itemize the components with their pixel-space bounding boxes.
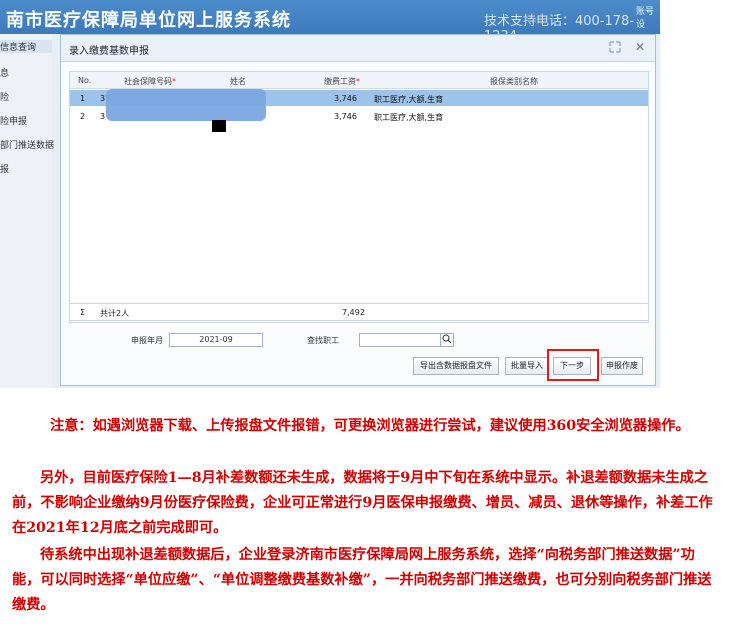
col-header-ssn: 社会保障号码*: [124, 76, 176, 87]
required-marker: *: [356, 77, 360, 86]
notice-paragraph-3: 待系统中出现补退差额数据后，企业登录济南市医疗保障局网上服务系统，选择“向税务部…: [12, 547, 712, 613]
declare-dialog: 录入缴费基数申报 ✕ No. 社会保障号码* 姓名 缴费工资* 报保类别名称 1…: [60, 34, 656, 386]
account-settings-link[interactable]: 账号设: [636, 4, 660, 30]
col-header-wage-text: 缴费工资: [324, 77, 356, 86]
col-header-no: No.: [78, 76, 92, 85]
export-disk-button[interactable]: 导出含数据报盘文件: [413, 357, 499, 375]
cell-no: 2: [80, 112, 86, 121]
col-header-ssn-text: 社会保障号码: [124, 77, 172, 86]
cell-ssn: 3: [100, 112, 106, 121]
redaction-mask: [212, 120, 226, 132]
sidebar-item-info-query[interactable]: 信息查询: [0, 40, 52, 53]
highlight-box: [547, 349, 599, 381]
dialog-title: 录入缴费基数申报: [69, 46, 149, 57]
sidebar-item-2[interactable]: 息: [0, 66, 9, 79]
maximize-icon[interactable]: [609, 41, 621, 53]
close-icon[interactable]: ✕: [635, 40, 645, 54]
void-declaration-button[interactable]: 申报作废: [601, 357, 643, 375]
top-banner: 南市医疗保障局单位网上服务系统 技术支持电话：400-178-1234 账号设: [0, 0, 660, 44]
search-icon[interactable]: [440, 333, 454, 347]
col-header-category: 报保类别名称: [490, 77, 538, 86]
table-summary-row: Σ 共计2人 7,492: [69, 303, 649, 321]
required-marker: *: [172, 77, 176, 86]
total-count: 共计2人: [100, 309, 130, 318]
search-employee-input[interactable]: [359, 333, 441, 347]
sidebar-item-push-tax[interactable]: 部门推送数据: [0, 138, 54, 151]
batch-import-button[interactable]: 批量导入: [505, 357, 549, 375]
table-header: No. 社会保障号码* 姓名 缴费工资* 报保类别名称: [70, 72, 648, 89]
notice-paragraph-1: 注意：如遇浏览器下载、上传报盘文件报错，可更换浏览器进行尝试，建议使用360安全…: [50, 418, 690, 434]
period-label: 申报年月: [131, 336, 163, 345]
cell-category: 职工医疗,大额,生育: [374, 113, 444, 122]
cell-no: 1: [80, 94, 86, 103]
sigma-symbol: Σ: [80, 308, 86, 317]
sidebar-item-3[interactable]: 险: [0, 90, 9, 103]
search-employee-label: 查找职工: [307, 336, 339, 345]
col-header-wage: 缴费工资*: [324, 76, 360, 87]
sidebar: 信息查询 息 险 险申报 部门推送数据 报: [0, 34, 54, 388]
cell-category: 职工医疗,大额,生育: [374, 95, 444, 104]
cell-wage: 3,746: [334, 112, 357, 121]
cell-wage: 3,746: [334, 94, 357, 103]
period-input[interactable]: 2021-09: [169, 333, 263, 347]
sidebar-item-declare[interactable]: 险申报: [0, 114, 27, 127]
declare-table: No. 社会保障号码* 姓名 缴费工资* 报保类别名称 1 37 3,746 职…: [69, 71, 649, 323]
total-wage: 7,492: [342, 308, 365, 317]
sidebar-item-6[interactable]: 报: [0, 162, 9, 175]
notice-paragraph-2: 另外，目前医疗保险1—8月补差数额还未生成，数据将于9月中下旬在系统中显示。补退…: [12, 470, 713, 536]
col-header-name: 姓名: [230, 77, 246, 86]
app-title: 南市医疗保障局单位网上服务系统: [6, 10, 291, 31]
screenshot-panel: 南市医疗保障局单位网上服务系统 技术支持电话：400-178-1234 账号设 …: [0, 0, 660, 388]
dialog-header: 录入缴费基数申报 ✕: [61, 35, 655, 62]
redaction-mask: [106, 89, 266, 121]
